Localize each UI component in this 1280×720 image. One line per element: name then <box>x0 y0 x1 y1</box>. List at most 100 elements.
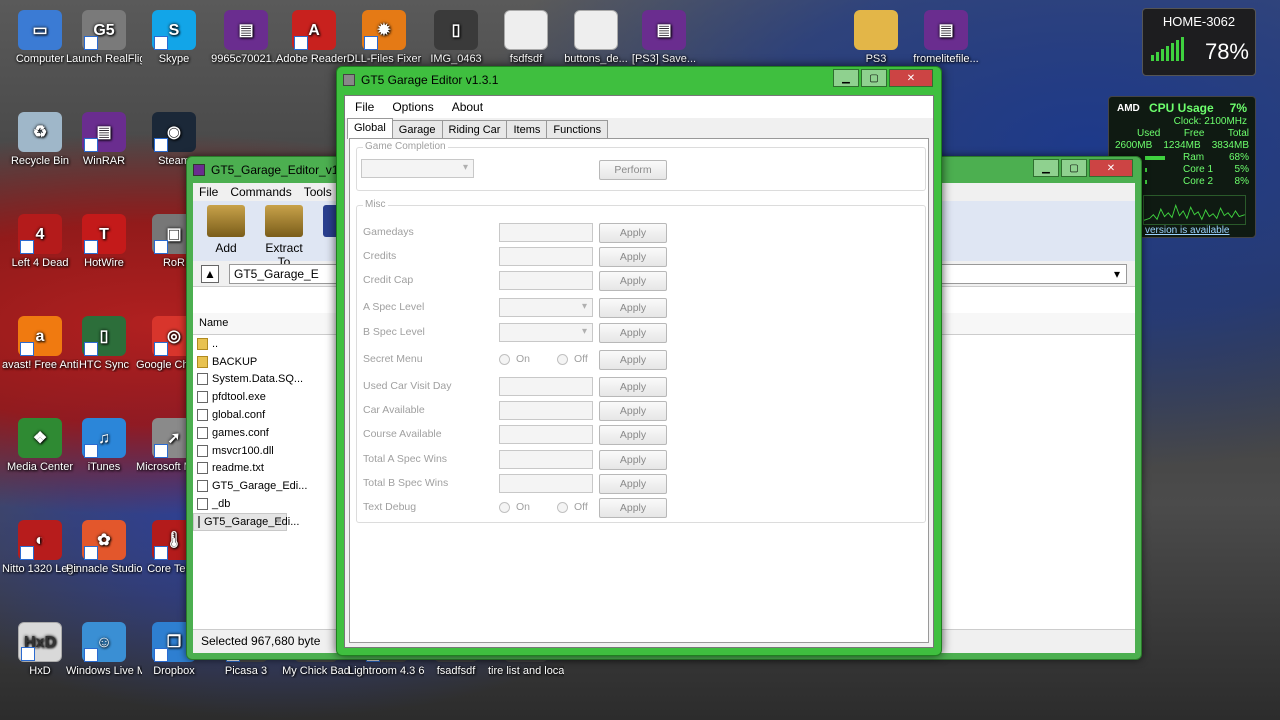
left-4-dead-icon: 4 <box>18 214 62 254</box>
credit-cap-input[interactable] <box>499 271 593 290</box>
secret-menu-on-radio[interactable]: On <box>499 353 530 365</box>
file-list-item[interactable]: readme.txt <box>193 460 333 478</box>
file-list-item[interactable]: games.conf <box>193 424 333 442</box>
course-available-apply-button[interactable]: Apply <box>599 425 667 445</box>
minimize-button[interactable]: ▁ <box>833 69 859 87</box>
file-list-item[interactable]: pfdtool.exe <box>193 388 333 406</box>
desktop-icon-buttons-de[interactable]: buttons_de... <box>558 10 634 66</box>
cpu-row-label: Core 2 <box>1183 176 1214 187</box>
total-b-spec-wins-input[interactable] <box>499 474 593 493</box>
close-button[interactable]: ✕ <box>1089 159 1133 177</box>
file-list-item[interactable]: _db <box>193 495 333 513</box>
desktop-icon-dll-files-fixer[interactable]: ✹ DLL-Files Fixer <box>346 10 422 66</box>
credit-cap-apply-button[interactable]: Apply <box>599 271 667 291</box>
b-spec-level-select[interactable] <box>499 323 593 342</box>
winrar-menu-tools[interactable]: Tools <box>304 185 332 199</box>
computer-icon: ▭ <box>18 10 62 50</box>
text-debug-apply-button[interactable]: Apply <box>599 498 667 518</box>
tab-items[interactable]: Items <box>506 120 548 139</box>
tab-riding-car[interactable]: Riding Car <box>441 120 508 139</box>
desktop-icon-adobe-reader-x[interactable]: A Adobe Reader X <box>276 10 352 66</box>
desktop-icon-windows-live-mess[interactable]: ☺ Windows Live Mess... <box>66 622 142 678</box>
a-spec-level-select[interactable] <box>499 298 593 317</box>
signal-strength: 78% <box>1204 39 1249 64</box>
total-a-spec-wins-input[interactable] <box>499 450 593 469</box>
add-button[interactable]: Add <box>203 205 249 257</box>
up-folder-icon[interactable]: ▲ <box>201 264 219 283</box>
name-column-header[interactable]: Name <box>193 313 333 335</box>
used-car-visit-day-input[interactable] <box>499 377 593 396</box>
tab-functions[interactable]: Functions <box>546 120 609 139</box>
minimize-button[interactable]: ▁ <box>1033 159 1059 177</box>
desktop-icon-9965c70021[interactable]: ▤ 9965c70021... <box>208 10 284 66</box>
close-button[interactable]: ✕ <box>889 69 933 87</box>
gt5-menu-file[interactable]: File <box>355 100 374 114</box>
text-debug-on-radio[interactable]: On <box>499 501 530 513</box>
desktop-icon-hotwire[interactable]: T HotWire <box>66 214 142 270</box>
course-available-input[interactable] <box>499 425 593 444</box>
car-available-apply-button[interactable]: Apply <box>599 401 667 421</box>
winrar-menu-commands[interactable]: Commands <box>230 185 291 199</box>
desktop-icon-label: fromelitefile... <box>913 53 979 65</box>
perform-button[interactable]: Perform <box>599 160 667 180</box>
file-list-item[interactable]: GT5_Garage_Edi... <box>193 512 299 531</box>
skype-icon: S <box>152 10 196 50</box>
desktop-icon-launch-realflight[interactable]: G5 Launch RealFlight ... <box>66 10 142 66</box>
cpu-graph <box>1143 195 1246 225</box>
credits-apply-button[interactable]: Apply <box>599 247 667 267</box>
desktop-icon-label: 9965c70021... <box>211 53 281 65</box>
launch-realflight-icon: G5 <box>82 10 126 50</box>
gamedays-input[interactable] <box>499 223 593 242</box>
file-list-item[interactable]: BACKUP <box>193 353 333 371</box>
desktop-icon-ps3-save[interactable]: ▤ [PS3] Save... <box>626 10 702 66</box>
gt5-menu-options[interactable]: Options <box>392 100 433 114</box>
file-icon <box>197 498 208 511</box>
gamedays-apply-button[interactable]: Apply <box>599 223 667 243</box>
update-link[interactable]: version is available <box>1145 225 1230 236</box>
fromelitefile-icon: ▤ <box>924 10 968 50</box>
maximize-button[interactable]: ▢ <box>1061 159 1087 177</box>
winrar-menu-file[interactable]: File <box>199 185 218 199</box>
maximize-button[interactable]: ▢ <box>861 69 887 87</box>
file-list-item[interactable]: msvcr100.dll <box>193 442 333 460</box>
file-name: games.conf <box>212 426 269 439</box>
misc-legend: Misc <box>363 199 388 210</box>
car-available-input[interactable] <box>499 401 593 420</box>
misc-group: Misc Gamedays Apply Credits Apply Credit Cap… <box>356 199 926 523</box>
b-spec-level-apply-button[interactable]: Apply <box>599 323 667 343</box>
gt5-window[interactable]: GT5 Garage Editor v1.3.1 ▁ ▢ ✕ File Optio… <box>336 66 942 656</box>
used-car-visit-day-apply-button[interactable]: Apply <box>599 377 667 397</box>
secret-menu-apply-button[interactable]: Apply <box>599 350 667 370</box>
desktop-icon-itunes[interactable]: ♫ iTunes <box>66 418 142 474</box>
desktop-icon-ps3[interactable]: PS3 <box>838 10 914 66</box>
desktop-icon-label: Lightroom 4.3 64-bit <box>348 665 424 677</box>
desktop-icon-fsdfsdf[interactable]: fsdfsdf <box>488 10 564 66</box>
gt5-menu-about[interactable]: About <box>452 100 483 114</box>
recycle-bin-icon: ♻ <box>18 112 62 152</box>
file-list-item[interactable]: GT5_Garage_Edi... <box>193 477 333 495</box>
text-debug-off-radio[interactable]: Off <box>557 501 588 513</box>
desktop-icon-pinnacle-studio-14[interactable]: ✿ Pinnacle Studio 14 <box>66 520 142 576</box>
tab-global[interactable]: Global <box>347 118 393 139</box>
a-spec-level-label: A Spec Level <box>363 301 425 313</box>
desktop-icon-img-0463[interactable]: ▯ IMG_0463 <box>418 10 494 66</box>
credits-input[interactable] <box>499 247 593 266</box>
desktop-icon-label: fsadfsdf <box>436 665 476 677</box>
cpu-clock: Clock: 2100MHz <box>1173 116 1247 127</box>
total-a-spec-wins-apply-button[interactable]: Apply <box>599 450 667 470</box>
total-b-spec-wins-apply-button[interactable]: Apply <box>599 474 667 494</box>
file-list-item[interactable]: global.conf <box>193 406 333 424</box>
desktop-icon-label: Launch RealFlight ... <box>66 53 142 65</box>
file-list-item[interactable]: .. <box>193 335 333 353</box>
extract-to-button[interactable]: Extract To <box>261 205 307 269</box>
desktop-icon-fromelitefile[interactable]: ▤ fromelitefile... <box>908 10 984 66</box>
desktop-icon-winrar[interactable]: ▤ WinRAR <box>66 112 142 168</box>
secret-menu-off-radio[interactable]: Off <box>557 353 588 365</box>
game-completion-select[interactable] <box>361 159 474 178</box>
file-list-item[interactable]: System.Data.SQ... <box>193 371 333 389</box>
desktop-icon-htc-sync[interactable]: ▯ HTC Sync <box>66 316 142 372</box>
a-spec-level-apply-button[interactable]: Apply <box>599 298 667 318</box>
tab-garage[interactable]: Garage <box>391 120 443 139</box>
file-name: pfdtool.exe <box>212 391 266 404</box>
desktop-icon-skype[interactable]: S Skype <box>136 10 212 66</box>
